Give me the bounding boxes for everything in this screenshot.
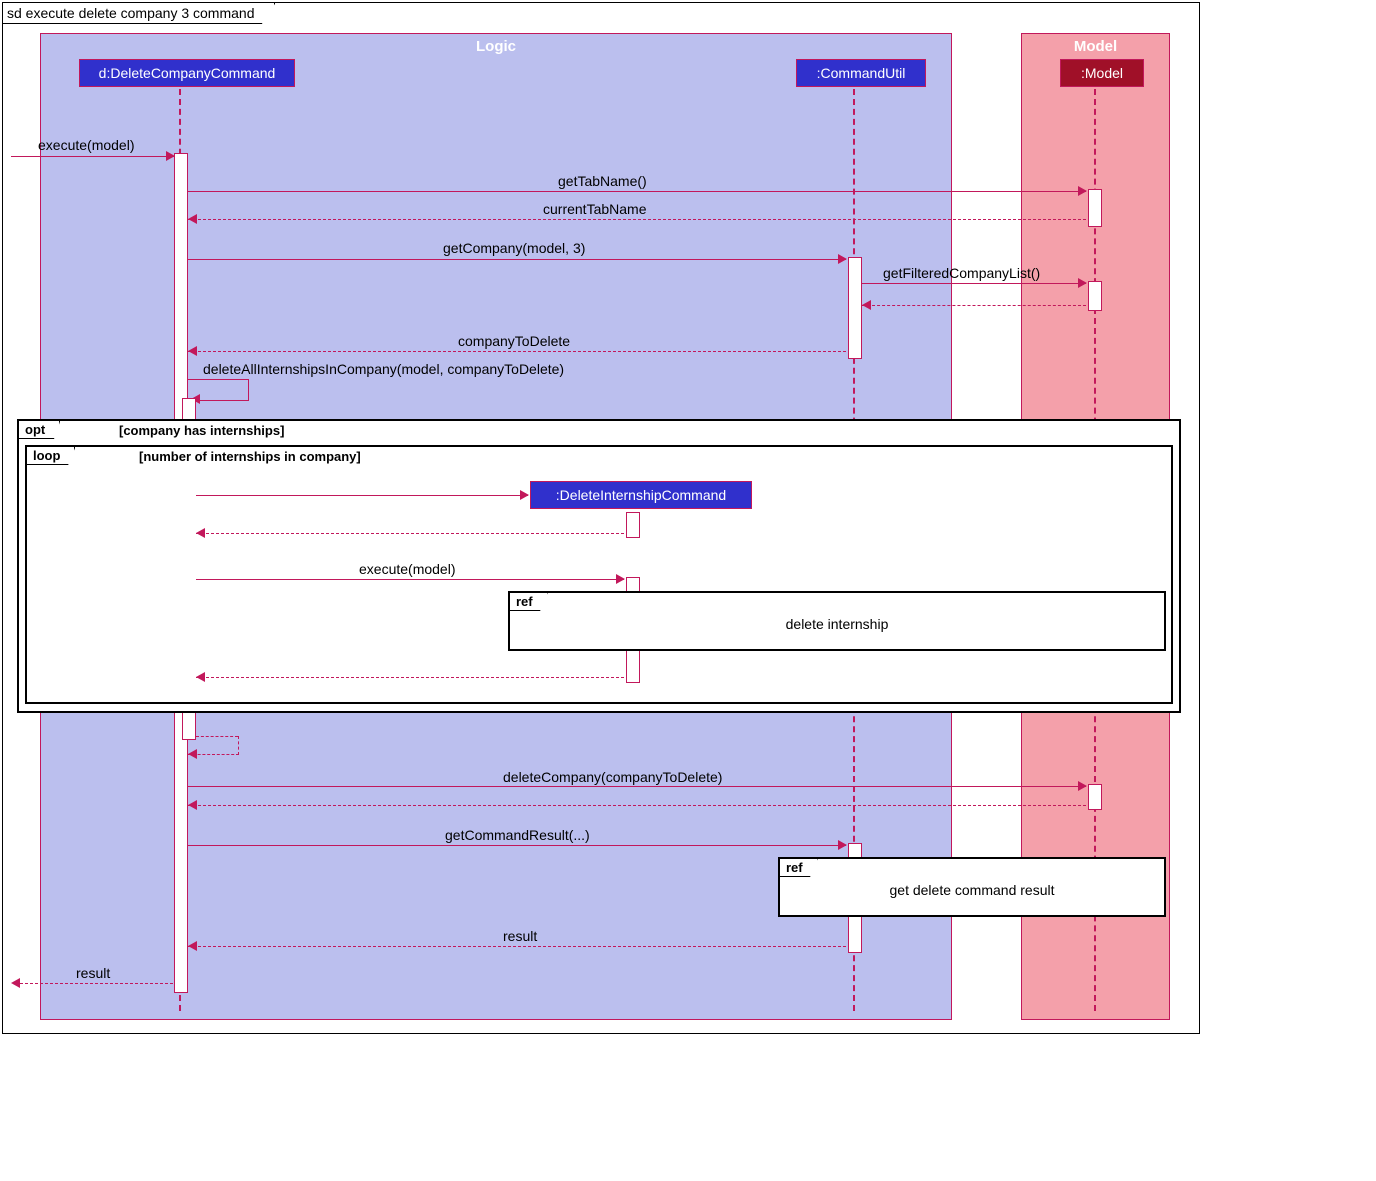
msg-execute: execute(model) xyxy=(38,137,135,153)
diagram-title: sd execute delete company 3 command xyxy=(3,3,275,24)
activation-util-1 xyxy=(848,257,862,359)
msg-currenttab: currentTabName xyxy=(543,201,647,217)
line-currenttab xyxy=(188,219,1086,220)
line-create-dic-ret xyxy=(196,533,624,534)
msg-delcompany: deleteCompany(companyToDelete) xyxy=(503,769,722,785)
line-getfiltered xyxy=(862,283,1086,284)
line-exec2 xyxy=(196,579,624,580)
ref1-tab: ref xyxy=(510,593,548,611)
opt-tab: opt xyxy=(19,421,60,439)
line-result1 xyxy=(188,946,846,947)
line-delcompany-ret xyxy=(188,805,1086,806)
participant-command-util: :CommandUtil xyxy=(796,59,926,87)
line-getfiltered-ret xyxy=(862,305,1086,306)
arrow-result1 xyxy=(188,941,197,951)
arrow-result2 xyxy=(11,978,20,988)
arrow-currenttab xyxy=(188,214,197,224)
line-create-dic xyxy=(196,495,528,496)
sequence-diagram: sd execute delete company 3 command Logi… xyxy=(0,0,1376,1181)
msg-getcompany: getCompany(model, 3) xyxy=(443,240,585,256)
arrow-create-dic xyxy=(520,490,529,500)
opt-guard: [company has internships] xyxy=(119,423,284,438)
arrow-getcmdres xyxy=(838,840,847,850)
participant-model: :Model xyxy=(1060,59,1144,87)
arrow-getcompany xyxy=(838,254,847,264)
model-group-title: Model xyxy=(1074,38,1117,55)
arrow-create-dic-ret xyxy=(196,528,205,538)
activation-dic-create xyxy=(626,512,640,538)
line-exec2-ret xyxy=(196,677,624,678)
arrow-gettab xyxy=(1078,186,1087,196)
loop-tab: loop xyxy=(27,447,75,465)
msg-delall: deleteAllInternshipsInCompany(model, com… xyxy=(203,361,564,377)
ref2-tab: ref xyxy=(780,859,818,877)
participant-delete-internship: :DeleteInternshipCommand xyxy=(530,481,752,509)
msg-result1: result xyxy=(503,928,537,944)
line-gettab xyxy=(188,191,1086,192)
line-getcompany xyxy=(188,259,846,260)
arrow-delcompany xyxy=(1078,781,1087,791)
logic-group-title: Logic xyxy=(476,38,516,55)
arrow-getfiltered xyxy=(1078,278,1087,288)
outer-frame: sd execute delete company 3 command Logi… xyxy=(2,2,1200,1034)
arrow-selfret xyxy=(188,749,197,759)
ref1-label: delete internship xyxy=(786,616,889,632)
ref-get-cmd-result: ref get delete command result xyxy=(778,857,1166,917)
line-result2 xyxy=(15,983,173,984)
arrow-ctd xyxy=(188,346,197,356)
msg-getcmdres: getCommandResult(...) xyxy=(445,827,590,843)
arrow-getfiltered-ret xyxy=(862,300,871,310)
participant-delete-company: d:DeleteCompanyCommand xyxy=(79,59,295,87)
line-delcompany xyxy=(188,786,1086,787)
arrow-exec2 xyxy=(616,574,625,584)
line-execute-in xyxy=(11,156,174,157)
arrow-delcompany-ret xyxy=(188,800,197,810)
arrow-exec2-ret xyxy=(196,672,205,682)
msg-gettab: getTabName() xyxy=(558,173,647,189)
activation-model-2 xyxy=(1088,281,1102,311)
selfret-top xyxy=(196,736,238,737)
ref-delete-internship: ref delete internship xyxy=(508,591,1166,651)
loop-guard: [number of internships in company] xyxy=(139,449,361,464)
line-ctd xyxy=(188,351,846,352)
msg-exec2: execute(model) xyxy=(359,561,456,577)
msg-result2: result xyxy=(76,965,110,981)
msg-getfiltered: getFilteredCompanyList() xyxy=(883,265,1040,281)
line-getcmdres xyxy=(188,845,846,846)
msg-ctd: companyToDelete xyxy=(458,333,570,349)
ref2-label: get delete command result xyxy=(890,882,1055,898)
activation-model-3 xyxy=(1088,784,1102,810)
activation-model-1 xyxy=(1088,189,1102,227)
